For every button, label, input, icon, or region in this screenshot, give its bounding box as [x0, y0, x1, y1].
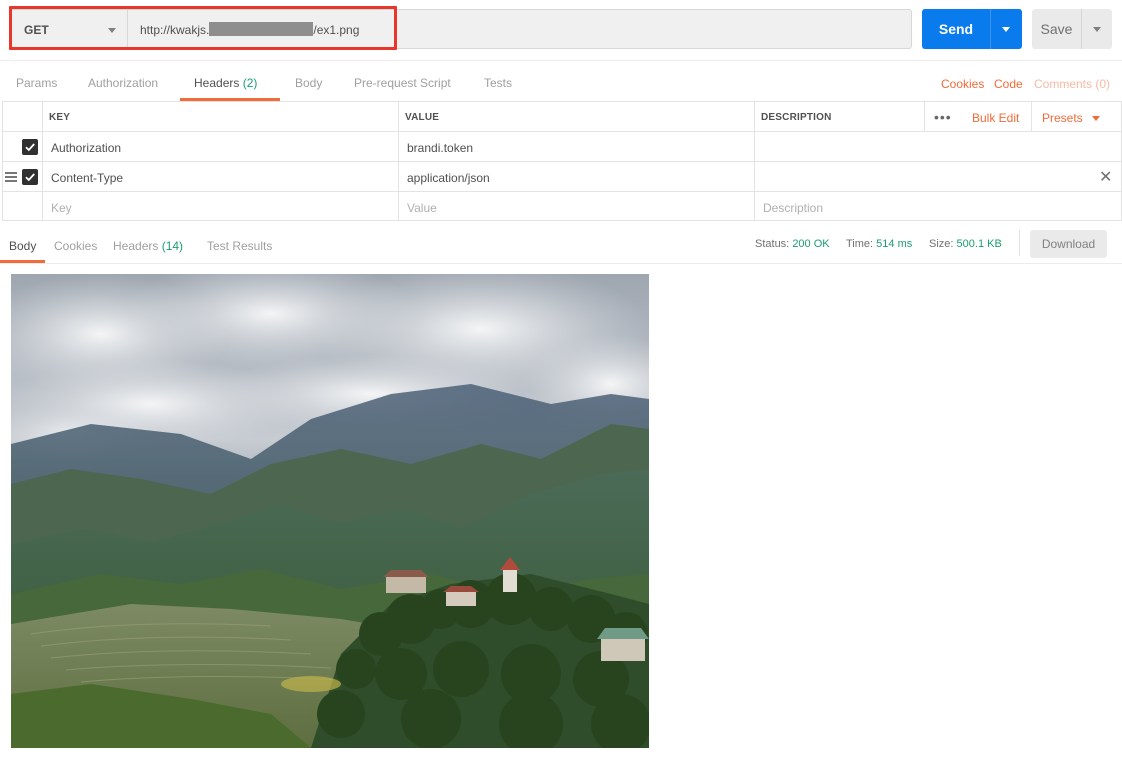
column-value: VALUE — [405, 112, 440, 123]
tab-authorization[interactable]: Authorization — [88, 76, 158, 90]
download-button[interactable]: Download — [1030, 230, 1107, 258]
size-label: Size: — [929, 238, 954, 250]
response-tab-cookies[interactable]: Cookies — [54, 239, 97, 253]
status-label: Status: — [755, 238, 790, 250]
active-response-tab-indicator — [0, 260, 45, 263]
header-value-cell[interactable]: application/json — [407, 171, 490, 185]
checkbox-checked-icon[interactable] — [22, 139, 38, 155]
chevron-down-icon — [1093, 27, 1101, 32]
new-description-input[interactable]: Description — [763, 201, 823, 215]
response-tab-body[interactable]: Body — [9, 239, 36, 253]
chevron-down-icon — [1092, 116, 1100, 121]
headers-table: KEY VALUE DESCRIPTION ••• Bulk Edit Pres… — [2, 101, 1122, 223]
size-value: 500.1 KB — [956, 238, 1002, 250]
drag-handle-icon[interactable] — [5, 172, 17, 182]
response-tab-headers-label: Headers — [113, 239, 159, 253]
code-link[interactable]: Code — [994, 77, 1023, 91]
divider — [1019, 230, 1020, 256]
response-tab-headers-count: (14) — [161, 239, 184, 253]
table-row-new: Key Value Description — [2, 191, 1122, 221]
save-options-button[interactable] — [1082, 9, 1112, 49]
comments-link[interactable]: Comments (0) — [1034, 77, 1110, 91]
time-readout: Time: 514 ms — [846, 238, 912, 250]
bulk-edit-link[interactable]: Bulk Edit — [972, 111, 1019, 125]
header-value-cell[interactable]: brandi.token — [407, 141, 473, 155]
response-tab-headers[interactable]: Headers (14) — [113, 239, 183, 253]
highlight-box — [9, 6, 397, 50]
save-label: Save — [1040, 21, 1073, 37]
landscape-photo — [11, 274, 649, 748]
response-bar: Body Cookies Headers (14) Test Results S… — [0, 225, 1122, 264]
table-header-row: KEY VALUE DESCRIPTION ••• Bulk Edit Pres… — [2, 101, 1122, 131]
response-tab-test-results[interactable]: Test Results — [207, 239, 272, 253]
status-value: 200 OK — [792, 238, 830, 250]
send-button[interactable]: Send — [922, 9, 1022, 49]
tab-headers-label: Headers — [194, 76, 240, 90]
tab-headers[interactable]: Headers (2) — [194, 76, 257, 90]
tab-body[interactable]: Body — [295, 76, 322, 90]
new-key-input[interactable]: Key — [51, 201, 72, 215]
save-button[interactable]: Save — [1032, 9, 1112, 49]
send-label: Send — [938, 21, 974, 37]
size-readout: Size: 500.1 KB — [929, 238, 1002, 250]
send-options-button[interactable] — [991, 9, 1022, 49]
cookies-link[interactable]: Cookies — [941, 77, 984, 91]
new-value-input[interactable]: Value — [407, 201, 437, 215]
table-row: Content-Type application/json ✕ — [2, 161, 1122, 191]
time-label: Time: — [846, 238, 874, 250]
checkbox-checked-icon[interactable] — [22, 169, 38, 185]
tab-headers-count: (2) — [242, 76, 258, 90]
more-icon[interactable]: ••• — [934, 109, 952, 125]
column-key: KEY — [49, 112, 71, 123]
header-key-cell[interactable]: Authorization — [51, 141, 121, 155]
request-tabs: Params Authorization Headers (2) Body Pr… — [0, 60, 1122, 101]
request-bar: GET http://kwakjs./ex1.png Send Save — [0, 0, 1122, 60]
status-readout: Status: 200 OK — [755, 238, 830, 250]
chevron-down-icon — [1002, 27, 1010, 32]
close-icon[interactable]: ✕ — [1099, 167, 1112, 187]
table-row: Authorization brandi.token — [2, 131, 1122, 161]
presets-dropdown[interactable]: Presets — [1042, 111, 1083, 125]
column-description: DESCRIPTION — [761, 112, 832, 123]
response-image — [11, 274, 649, 748]
header-key-cell[interactable]: Content-Type — [51, 171, 123, 185]
tab-tests[interactable]: Tests — [484, 76, 512, 90]
time-value: 514 ms — [876, 238, 913, 250]
tab-pre-request-script[interactable]: Pre-request Script — [354, 76, 451, 90]
tab-params[interactable]: Params — [16, 76, 57, 90]
